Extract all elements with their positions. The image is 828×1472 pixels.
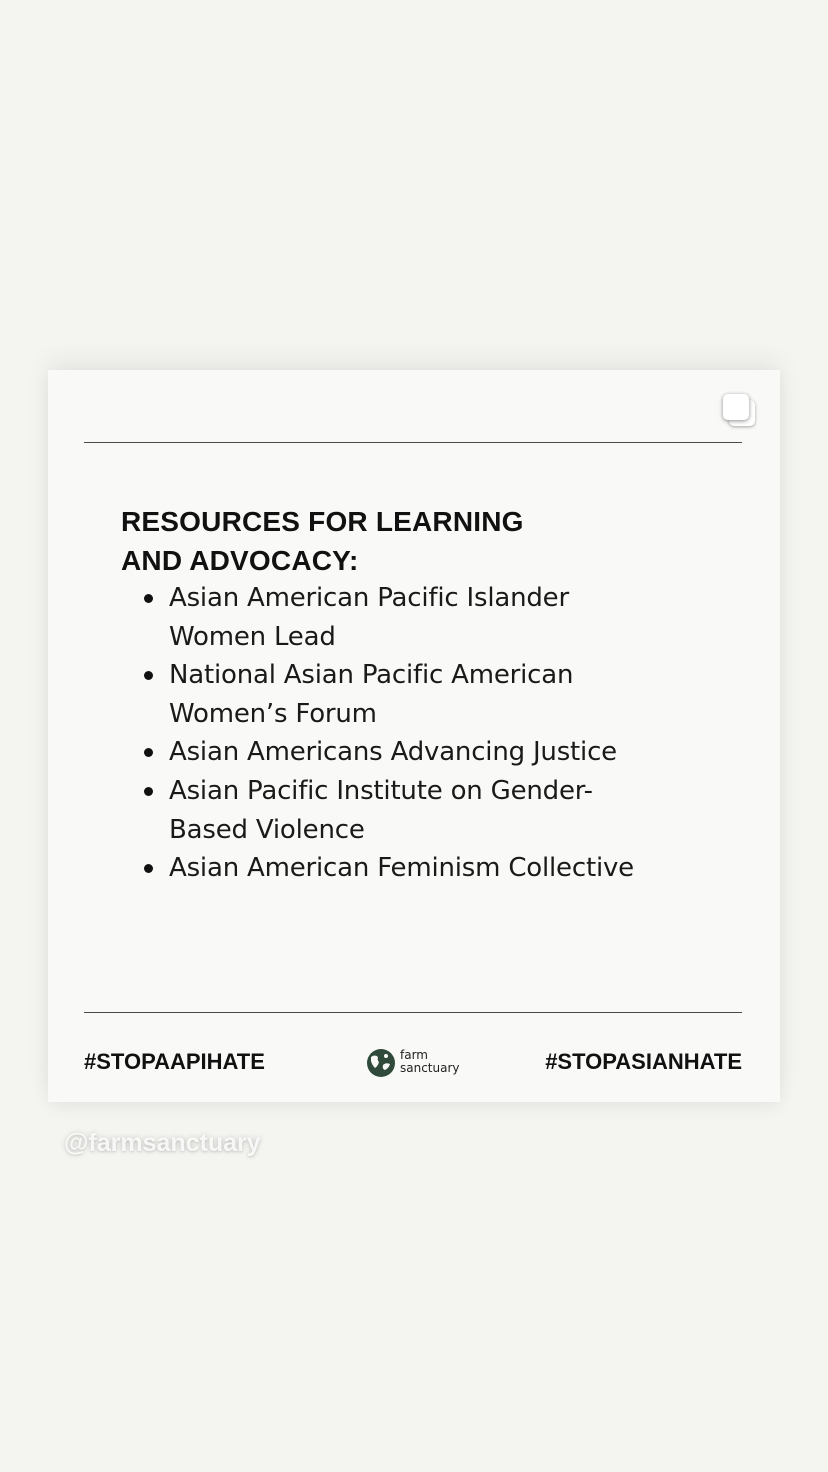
heading-line-1: RESOURCES FOR LEARNING <box>121 506 524 537</box>
bottom-divider <box>84 1012 742 1013</box>
resources-heading: RESOURCES FOR LEARNING AND ADVOCACY: <box>121 502 581 580</box>
top-divider <box>84 442 742 443</box>
list-item: Asian American Feminism Collective <box>121 849 681 888</box>
hashtag-stopasianhate: #STOPASIANHATE <box>545 1049 742 1074</box>
resources-list: Asian American Pacific Islander Women Le… <box>121 579 681 888</box>
list-item-line-2: Based Violence <box>169 814 365 845</box>
mention-sticker[interactable]: @farmsanctuary <box>64 1128 261 1158</box>
bullet-icon <box>144 786 153 796</box>
list-item-line-1: Asian Americans Advancing Justice <box>169 737 617 768</box>
list-item-line-2: Women Lead <box>169 621 336 652</box>
list-item: Asian American Pacific Islander Women Le… <box>121 579 681 656</box>
bullet-icon <box>144 671 153 681</box>
list-item-line-1: Asian American Feminism Collective <box>169 853 634 884</box>
list-item: Asian Americans Advancing Justice <box>121 733 681 772</box>
copy-icon[interactable] <box>723 394 757 428</box>
bullet-icon <box>144 864 153 874</box>
list-item: Asian Pacific Institute on Gender- Based… <box>121 772 681 849</box>
logo-word-2: sanctuary <box>400 1061 460 1075</box>
heading-line-2: AND ADVOCACY: <box>121 545 359 576</box>
bullet-icon <box>144 594 153 603</box>
farm-sanctuary-logo: farm sanctuary <box>366 1046 466 1080</box>
hashtag-stopaapihate: #STOPAAPIHATE <box>84 1049 265 1074</box>
post-card: RESOURCES FOR LEARNING AND ADVOCACY: Asi… <box>48 370 780 1102</box>
list-item-line-1: Asian American Pacific Islander <box>169 583 569 613</box>
list-item-line-1: Asian Pacific Institute on Gender- <box>169 775 593 806</box>
list-item: National Asian Pacific American Women’s … <box>121 656 681 733</box>
logo-wordmark: farm sanctuary <box>400 1049 460 1075</box>
bullet-icon <box>144 748 153 758</box>
list-item-line-2: Women’s Forum <box>169 698 377 729</box>
list-item-line-1: National Asian Pacific American <box>169 660 574 691</box>
farm-sanctuary-logo-icon <box>367 1049 395 1077</box>
